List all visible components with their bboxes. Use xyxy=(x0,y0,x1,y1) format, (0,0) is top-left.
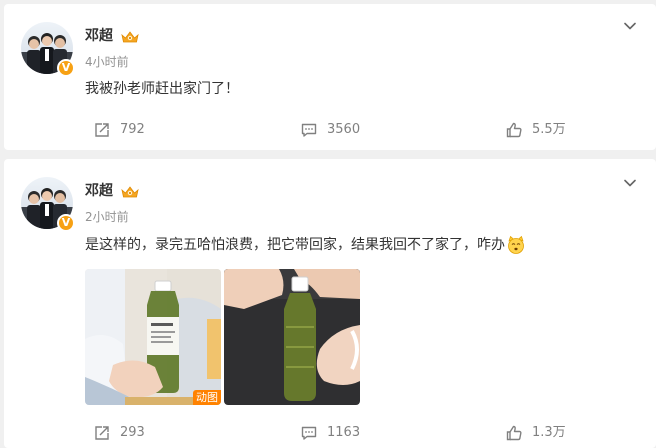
post-timestamp[interactable]: 2小时前 xyxy=(85,209,129,225)
post-text-line: 是这样的，录完五哈怕浪费，把它带回家，结果我回不了家了，咋办 xyxy=(85,235,526,255)
cat-face-emoji xyxy=(508,235,524,254)
gif-tag: 动图 xyxy=(193,390,221,405)
comment-icon xyxy=(301,426,317,440)
verified-badge: V xyxy=(57,59,75,77)
post-image[interactable] xyxy=(224,269,360,405)
post-text: 是这样的，录完五哈怕浪费，把它带回家，结果我回不了家了，咋办 xyxy=(85,237,505,253)
like-count: 5.5万 xyxy=(532,122,566,137)
weibo-feed: V 邓超 4小时前 我被孙老师赶出家门了！ 792 3560 5.5万 V 邓超… xyxy=(0,0,656,448)
comment-button[interactable]: 1163 xyxy=(300,423,360,443)
repost-count: 792 xyxy=(120,122,145,137)
comment-icon xyxy=(301,123,317,137)
verified-badge: V xyxy=(57,214,75,232)
repost-button[interactable]: 293 xyxy=(93,423,145,443)
crown-badge-icon[interactable] xyxy=(120,184,140,200)
post-card: V 邓超 4小时前 我被孙老师赶出家门了！ 792 3560 5.5万 xyxy=(4,4,656,150)
repost-icon xyxy=(95,426,109,440)
crown-badge-icon[interactable] xyxy=(120,29,140,45)
post-timestamp[interactable]: 4小时前 xyxy=(85,54,129,70)
like-icon xyxy=(506,122,522,138)
post-text: 我被孙老师赶出家门了！ xyxy=(85,81,239,97)
post-image-gif[interactable]: 动图 xyxy=(85,269,221,405)
repost-count: 293 xyxy=(120,425,145,440)
user-name[interactable]: 邓超 xyxy=(85,27,113,45)
like-button[interactable]: 1.3万 xyxy=(505,423,566,443)
comment-count: 3560 xyxy=(327,122,361,137)
chevron-down-icon[interactable] xyxy=(622,18,638,34)
comment-count: 1163 xyxy=(327,425,361,440)
repost-button[interactable]: 792 xyxy=(93,120,145,140)
like-button[interactable]: 5.5万 xyxy=(505,120,566,140)
like-count: 1.3万 xyxy=(532,425,566,440)
post-card: V 邓超 2小时前 是这样的，录完五哈怕浪费，把它带回家，结果我回不了家了，咋办 xyxy=(4,159,656,448)
user-name[interactable]: 邓超 xyxy=(85,182,113,200)
chevron-down-icon[interactable] xyxy=(622,175,638,191)
like-icon xyxy=(506,425,522,441)
comment-button[interactable]: 3560 xyxy=(300,120,360,140)
repost-icon xyxy=(95,123,109,137)
